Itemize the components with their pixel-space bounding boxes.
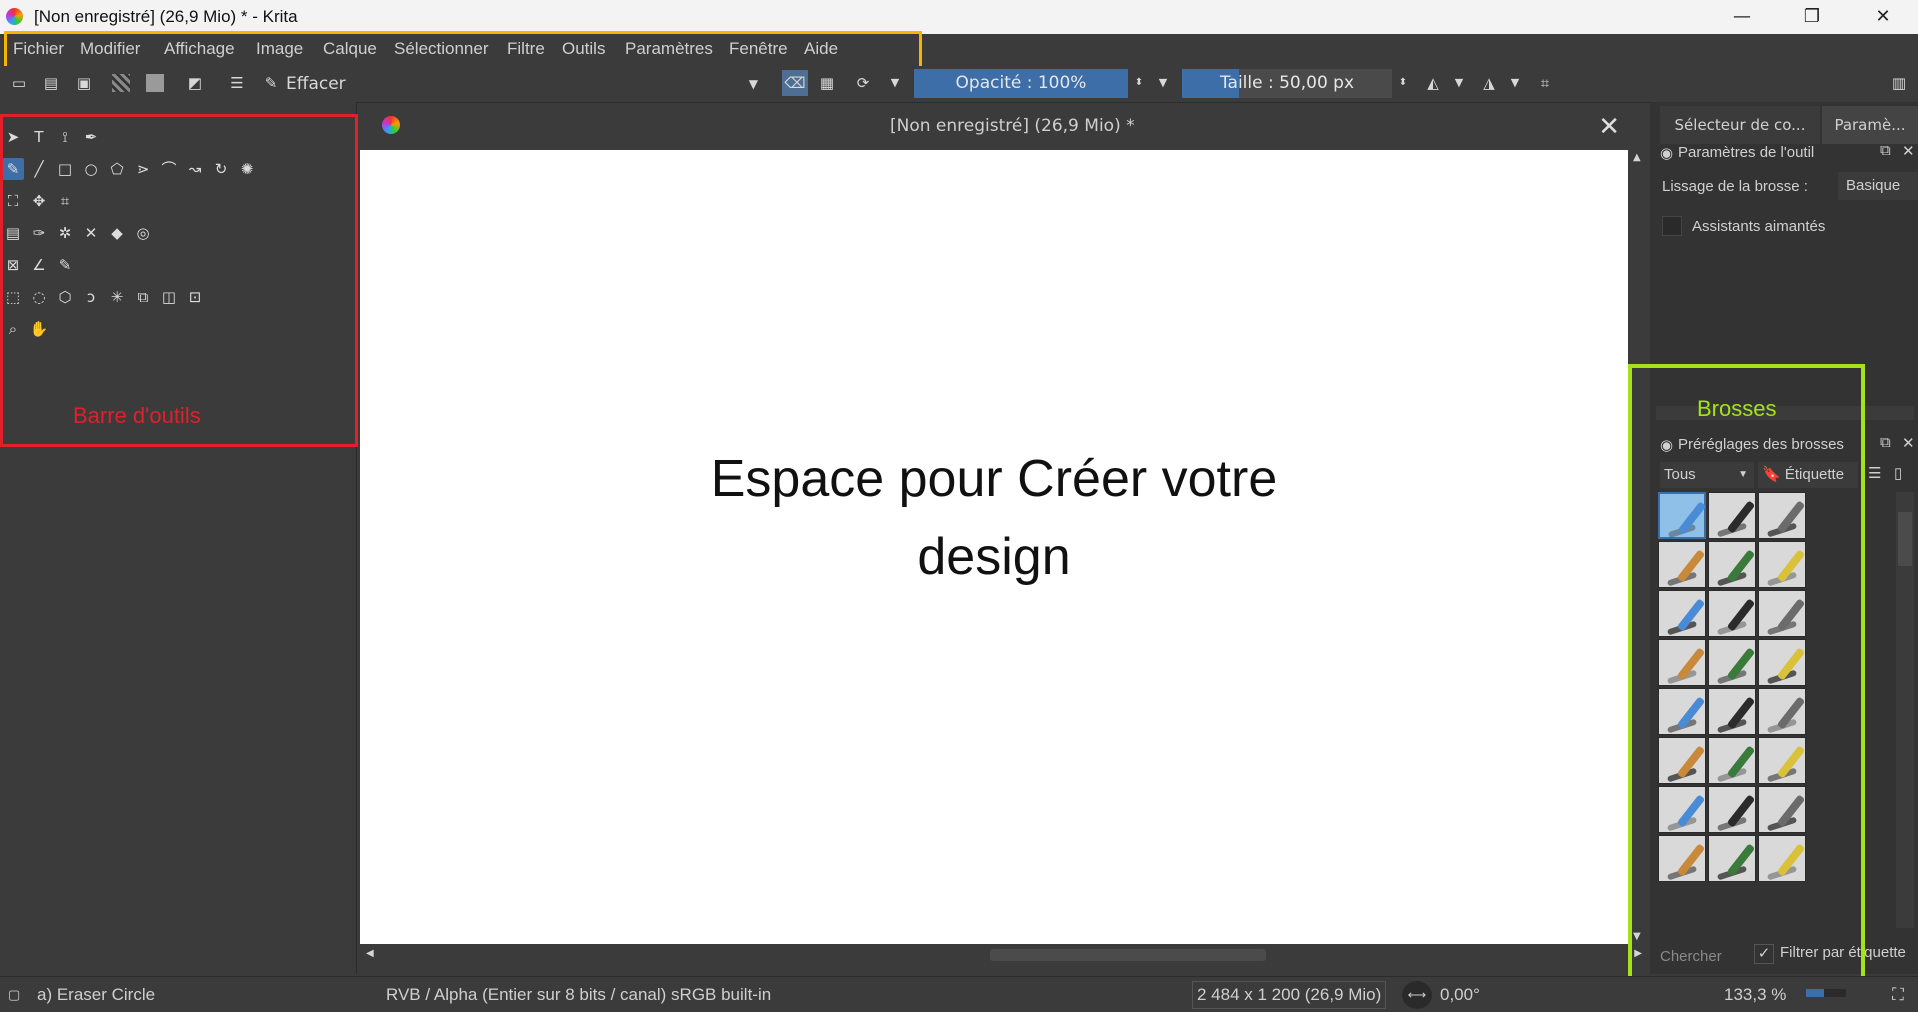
main-toolbar: ▭ ▤ ▣ ◩ ☰ ✎ Effacer ▼ ⌫ ▦ ⟳ ▼ Opacité : … <box>0 66 1918 103</box>
document-tab[interactable]: [Non enregistré] (26,9 Mio) * ✕ <box>360 104 1630 150</box>
canvas-text-line-1: Espace pour Créer votre <box>710 450 1278 508</box>
preset-scroll-thumb[interactable] <box>1898 512 1912 566</box>
size-label: Taille : 50,00 px <box>1219 73 1355 93</box>
alpha-lock-icon[interactable]: ▦ <box>818 74 836 92</box>
rotation-icon[interactable]: ⟷ <box>1402 981 1432 1009</box>
color-swap-icon[interactable]: ◩ <box>186 74 204 92</box>
eraser-mode-icon[interactable]: ⌫ <box>782 70 808 96</box>
tab-tool-options[interactable]: Paramè... <box>1822 106 1918 144</box>
open-folder-icon[interactable]: ▤ <box>42 74 60 92</box>
mirror-vertical-icon[interactable]: ◮ <box>1480 74 1498 92</box>
canvas[interactable]: Espace pour Créer votre design <box>360 150 1628 944</box>
preset-options-icon[interactable]: ▯ <box>1894 464 1902 482</box>
brush-preset-select[interactable]: Effacer ▼ <box>286 70 764 98</box>
canvas-text: Espace pour Créer votre design <box>360 440 1628 596</box>
colorspace-status[interactable]: RVB / Alpha (Entier sur 8 bits / canal) … <box>386 985 771 1005</box>
gradient-icon[interactable] <box>112 74 130 92</box>
chevron-down-icon[interactable]: ▼ <box>886 74 904 92</box>
horizontal-scroll-thumb[interactable] <box>990 949 1266 961</box>
zoom-status[interactable]: 133,3 % <box>1724 985 1786 1005</box>
title-bar: [Non enregistré] (26,9 Mio) * - Krita — … <box>0 0 1918 34</box>
current-brush-status: a) Eraser Circle <box>37 985 156 1004</box>
new-document-icon[interactable]: ▭ <box>10 74 28 92</box>
close-docker-icon[interactable]: ✕ <box>1902 434 1915 452</box>
docker-icon: ◉ <box>1660 145 1674 162</box>
canvas-text-line-2: design <box>917 528 1071 586</box>
brushes-highlight-frame <box>1628 364 1865 1003</box>
opacity-label: Opacité : 100% <box>955 73 1087 93</box>
toolbox-annotation: Barre d'outils <box>73 403 201 428</box>
save-icon[interactable]: ▣ <box>75 74 93 92</box>
smoothing-select[interactable]: Basique <box>1838 172 1918 200</box>
brush-status-icon: ▢ <box>8 987 21 1002</box>
chevron-down-icon[interactable]: ▼ <box>1450 74 1468 92</box>
smoothing-label: Lissage de la brosse : <box>1662 178 1808 195</box>
opacity-stepper[interactable]: ⬍ <box>1130 74 1148 92</box>
chevron-down-icon[interactable]: ▼ <box>1154 74 1172 92</box>
preset-scrollbar[interactable] <box>1896 492 1914 928</box>
image-size-status: 2 484 x 1 200 (26,9 Mio) <box>1192 981 1387 1009</box>
workspace-icon[interactable]: ▥ <box>1890 74 1908 92</box>
wrap-around-icon[interactable]: ⌗ <box>1536 74 1554 92</box>
size-slider[interactable]: Taille : 50,00 px <box>1182 69 1392 98</box>
float-docker-icon[interactable]: ⧉ <box>1880 434 1891 451</box>
window-title: [Non enregistré] (26,9 Mio) * - Krita <box>34 7 298 26</box>
reload-preset-icon[interactable]: ⟳ <box>854 74 872 92</box>
size-stepper[interactable]: ⬍ <box>1394 74 1412 92</box>
brush-settings-icon[interactable]: ☰ <box>228 74 246 92</box>
tool-options-title: Paramètres de l'outil <box>1678 144 1815 161</box>
minimize-button[interactable]: — <box>1707 0 1777 34</box>
float-docker-icon[interactable]: ⧉ <box>1880 142 1891 159</box>
fullscreen-icon[interactable]: ⛶ <box>1892 985 1904 1005</box>
document-title: [Non enregistré] (26,9 Mio) * <box>890 116 1135 136</box>
rotation-status: 0,00° <box>1440 985 1480 1004</box>
document-icon <box>382 116 400 134</box>
tab-color-selector[interactable]: Sélecteur de co... <box>1660 106 1820 144</box>
close-window-button[interactable]: ✕ <box>1848 0 1918 34</box>
scroll-up-icon[interactable]: ▲ <box>1633 152 1641 163</box>
zoom-slider[interactable] <box>1806 989 1846 997</box>
pattern-icon[interactable] <box>146 74 164 92</box>
chevron-down-icon: ▼ <box>748 77 758 91</box>
menu-highlight-frame <box>4 31 922 69</box>
toolbox-highlight-frame <box>0 114 358 447</box>
zoom-slider-fill <box>1806 989 1824 997</box>
brush-preset-name: Effacer <box>286 74 346 94</box>
mirror-horizontal-icon[interactable]: ◭ <box>1424 74 1442 92</box>
chevron-down-icon[interactable]: ▼ <box>1506 74 1524 92</box>
opacity-slider[interactable]: Opacité : 100% <box>914 69 1128 98</box>
brush-preset-icon[interactable]: ✎ <box>262 74 280 92</box>
krita-logo-icon <box>6 8 23 25</box>
restore-button[interactable]: ❐ <box>1777 0 1847 34</box>
brushes-annotation: Brosses <box>1697 396 1777 421</box>
assistants-label: Assistants aimantés <box>1692 218 1826 235</box>
close-document-icon[interactable]: ✕ <box>1598 112 1620 142</box>
list-view-icon[interactable]: ☰ <box>1868 464 1881 482</box>
assistants-checkbox[interactable] <box>1662 216 1682 236</box>
status-bar: ▢ a) Eraser Circle RVB / Alpha (Entier s… <box>0 976 1918 1012</box>
close-docker-icon[interactable]: ✕ <box>1902 142 1915 160</box>
scroll-left-icon[interactable]: ◀ <box>366 948 374 959</box>
horizontal-scrollbar[interactable]: ◀ ▶ <box>360 944 1648 966</box>
